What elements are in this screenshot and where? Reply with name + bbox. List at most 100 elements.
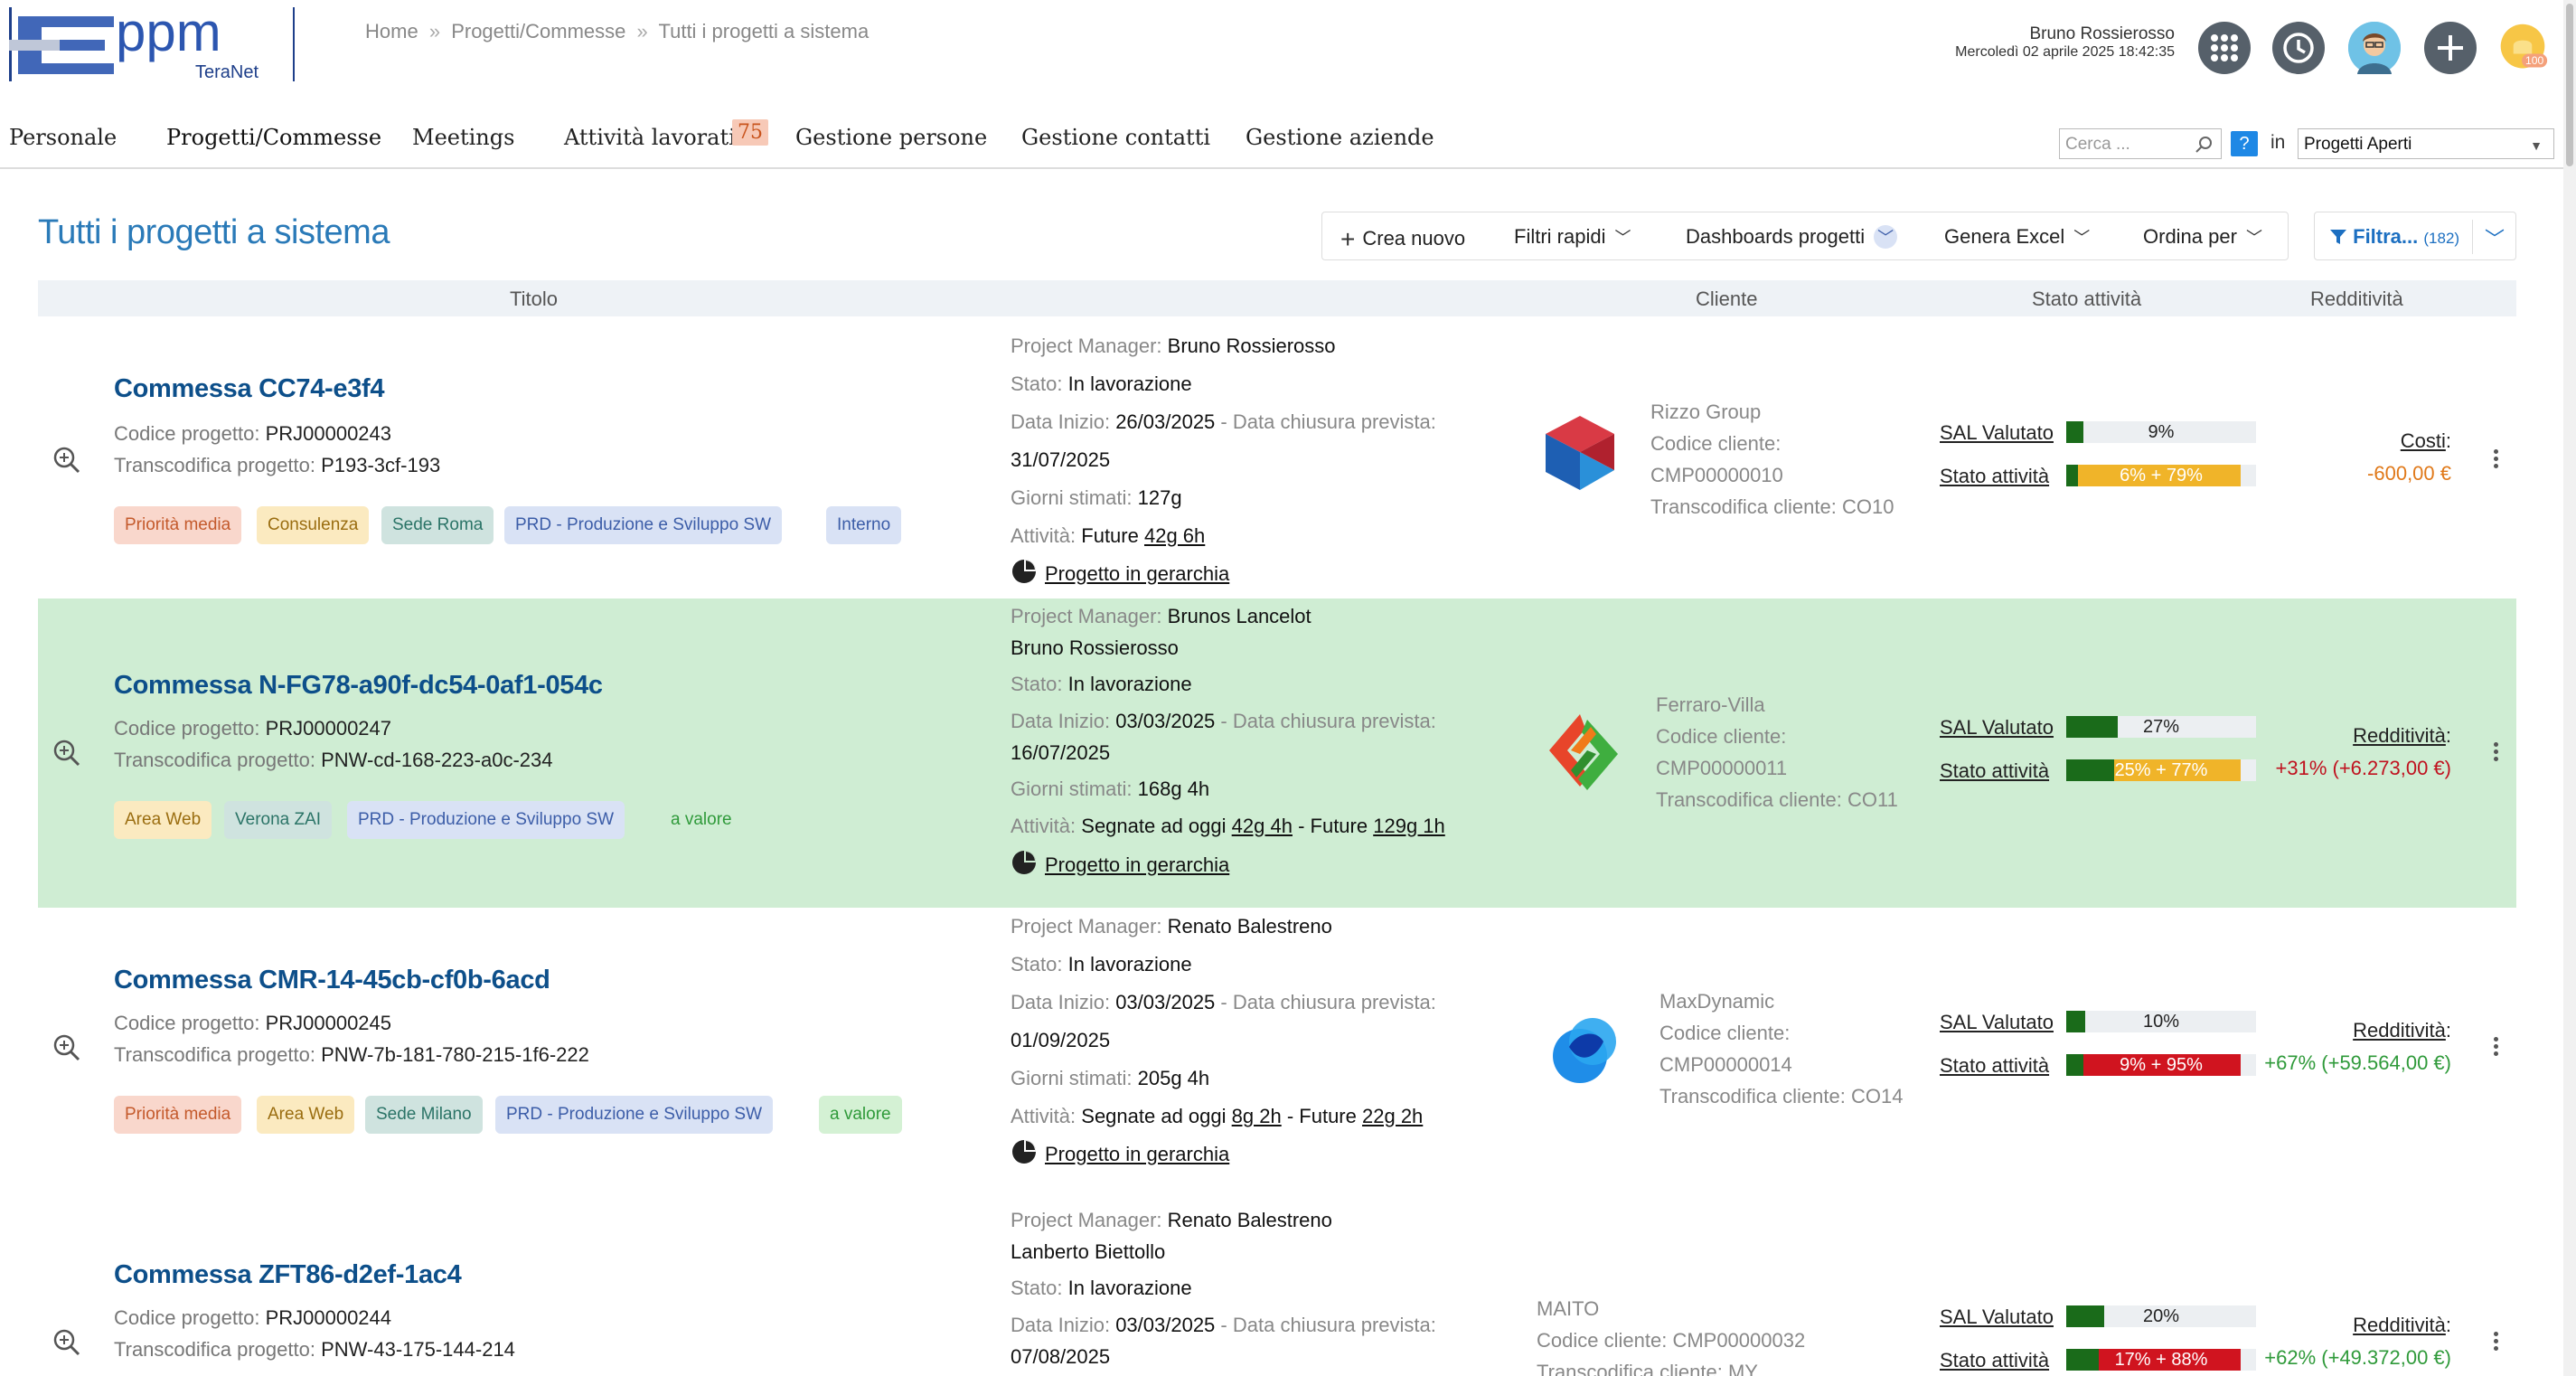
order-by-button[interactable]: Ordina per ﹀ [2143, 225, 2262, 249]
help-button[interactable]: ? [2231, 131, 2258, 156]
tag[interactable]: a valore [819, 1096, 902, 1134]
table-row[interactable]: Commessa CMR-14-45cb-cf0b-6acd Codice pr… [38, 908, 2516, 1202]
project-title[interactable]: Commessa CMR-14-45cb-cf0b-6acd [114, 966, 550, 995]
column-status[interactable]: Stato attività [2032, 287, 2141, 311]
more-options-icon[interactable] [2491, 447, 2500, 474]
tag[interactable]: Sede Milano [365, 1096, 483, 1134]
profit-label[interactable]: Costi [2401, 429, 2446, 452]
nav-gestione-aziende[interactable]: Gestione aziende [1246, 125, 1434, 150]
avatar[interactable] [2348, 22, 2401, 74]
sal-link[interactable]: SAL Valutato [1940, 1011, 2054, 1034]
profit-label[interactable]: Redditività [2353, 1314, 2446, 1336]
hierarchy-link[interactable]: Progetto in gerarchia [1045, 853, 1229, 876]
search-input[interactable]: Cerca ... [2059, 128, 2222, 159]
zoom-in-icon[interactable] [51, 738, 81, 768]
column-title[interactable]: Titolo [510, 287, 558, 311]
table-row[interactable]: Commessa CC74-e3f4 Codice progetto: PRJ0… [38, 318, 2516, 598]
label: Project Manager: [1011, 605, 1162, 627]
bell-icon[interactable]: 100 [2496, 22, 2549, 74]
table-row[interactable]: Commessa N-FG78-a90f-dc54-0af1-054c Codi… [38, 598, 2516, 908]
nav-meetings[interactable]: Meetings [412, 125, 514, 150]
tag[interactable]: Sede Roma [381, 506, 494, 544]
nav-personale[interactable]: Personale [9, 125, 117, 150]
project-details: Project Manager: Renato Balestreno Lanbe… [1011, 1204, 1436, 1372]
search-icon[interactable] [2194, 135, 2214, 155]
breadcrumb: Home » Progetti/Commesse » Tutti i proge… [365, 20, 869, 43]
more-options-icon[interactable] [2491, 1329, 2500, 1356]
tag[interactable]: Area Web [114, 801, 212, 839]
activities-link[interactable]: 8g 2h [1232, 1105, 1282, 1127]
tag[interactable]: Interno [826, 506, 902, 544]
stato-attivita-link[interactable]: Stato attività [1940, 465, 2049, 488]
progress-fill [2066, 1305, 2104, 1327]
pm-name: Bruno Rossierosso [1011, 636, 1179, 659]
client-name[interactable]: Rizzo Group [1650, 401, 1761, 423]
hierarchy-link[interactable]: Progetto in gerarchia [1045, 1143, 1229, 1165]
sal-link[interactable]: SAL Valutato [1940, 1305, 2054, 1329]
stato-attivita-link[interactable]: Stato attività [1940, 759, 2049, 783]
activities-future-link[interactable]: 22g 2h [1362, 1105, 1423, 1127]
nav-progetti[interactable]: Progetti/Commesse [166, 125, 381, 150]
search-scope-select[interactable]: Progetti Aperti ▼ [2298, 128, 2554, 159]
client-name[interactable]: MAITO [1537, 1297, 1599, 1320]
label: Stato: [1011, 673, 1063, 695]
zoom-in-icon[interactable] [51, 1327, 81, 1358]
more-options-icon[interactable] [2491, 1034, 2500, 1061]
tag[interactable]: Consulenza [257, 506, 370, 544]
stato-attivita-link[interactable]: Stato attività [1940, 1349, 2049, 1372]
tag[interactable]: Priorità media [114, 1096, 242, 1134]
activities-link[interactable]: 42g 6h [1144, 524, 1205, 547]
filter-button[interactable]: Filtra... (182) ﹀ [2314, 212, 2516, 260]
sal-progress-bar: 10% [2066, 1011, 2256, 1032]
value: PRJ00000244 [265, 1306, 392, 1329]
tag[interactable]: PRD - Produzione e Sviluppo SW [495, 1096, 774, 1134]
tag[interactable]: Verona ZAI [224, 801, 333, 839]
project-title[interactable]: Commessa N-FG78-a90f-dc54-0af1-054c [114, 671, 603, 701]
ppm-logo[interactable]: ppm TeraNet [5, 4, 295, 85]
activities-link[interactable]: 42g 4h [1232, 815, 1293, 837]
profit-label[interactable]: Redditività [2353, 1019, 2446, 1041]
chevron-down-icon[interactable]: ﹀ [2485, 223, 2505, 252]
value: PRJ00000245 [265, 1012, 392, 1034]
tag[interactable]: Priorità media [114, 506, 242, 544]
label: Stato: [1011, 372, 1063, 395]
nav-gestione-persone[interactable]: Gestione persone [795, 125, 987, 150]
sal-link[interactable]: SAL Valutato [1940, 716, 2054, 740]
activities-future-link[interactable]: 129g 1h [1373, 815, 1445, 837]
tag[interactable]: PRD - Produzione e Sviluppo SW [347, 801, 625, 839]
dashboards-button[interactable]: Dashboards progetti ﹀ [1686, 225, 1898, 249]
nav-attivita[interactable]: Attività lavorative [564, 125, 761, 150]
tag[interactable]: PRD - Produzione e Sviluppo SW [504, 506, 783, 544]
scrollbar-thumb[interactable] [2566, 4, 2573, 166]
sal-link[interactable]: SAL Valutato [1940, 421, 2054, 445]
label: - Future [1286, 1105, 1357, 1127]
profit-label[interactable]: Redditività [2353, 724, 2446, 747]
breadcrumb-section[interactable]: Progetti/Commesse [451, 20, 625, 42]
table-row[interactable]: Commessa ZFT86-d2ef-1ac4 Codice progetto… [38, 1202, 2516, 1376]
stato-attivita-link[interactable]: Stato attività [1940, 1054, 2049, 1078]
end-date: 01/09/2025 [1011, 1029, 1111, 1051]
project-title[interactable]: Commessa CC74-e3f4 [114, 374, 385, 404]
apps-grid-icon[interactable] [2198, 22, 2251, 74]
create-new-button[interactable]: + Crea nuovo [1340, 225, 1465, 254]
client-name[interactable]: Ferraro-Villa [1656, 693, 1765, 716]
hierarchy-link[interactable]: Progetto in gerarchia [1045, 562, 1229, 585]
add-icon[interactable] [2424, 22, 2477, 74]
tag[interactable]: a valore [660, 801, 743, 839]
excel-button[interactable]: Genera Excel ﹀ [1944, 225, 2090, 249]
zoom-in-icon[interactable] [51, 1032, 81, 1063]
breadcrumb-home[interactable]: Home [365, 20, 418, 42]
zoom-in-icon[interactable] [51, 445, 81, 476]
clock-icon[interactable] [2272, 22, 2325, 74]
more-options-icon[interactable] [2491, 740, 2500, 767]
tag[interactable]: Area Web [257, 1096, 355, 1134]
profitability: Redditività: +31% (+6.273,00 €) [2275, 724, 2451, 779]
project-title[interactable]: Commessa ZFT86-d2ef-1ac4 [114, 1260, 462, 1290]
column-client[interactable]: Cliente [1696, 287, 1757, 311]
nav-gestione-contatti[interactable]: Gestione contatti [1021, 125, 1210, 150]
client-name[interactable]: MaxDynamic [1659, 990, 1774, 1013]
column-profit[interactable]: Redditività [2310, 287, 2403, 311]
quick-filters-button[interactable]: Filtri rapidi ﹀ [1514, 225, 1631, 249]
days-value: 127g [1137, 486, 1182, 509]
scrollbar[interactable] [2563, 0, 2576, 1376]
